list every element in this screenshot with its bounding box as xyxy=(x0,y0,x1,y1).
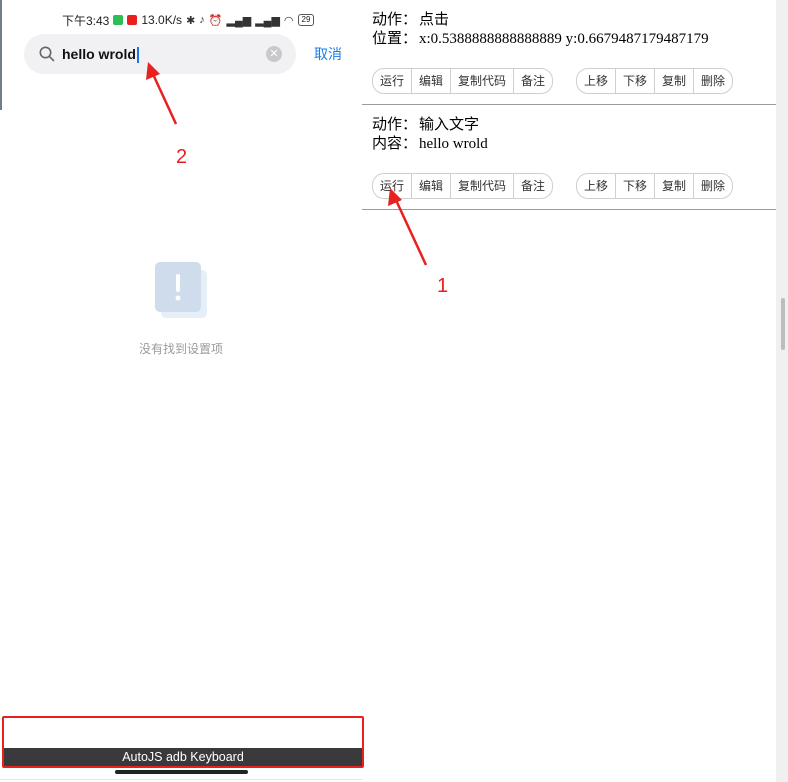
arrow-to-run-button xyxy=(388,188,428,266)
annotation-label-1: 1 xyxy=(437,275,449,297)
annotation-arrows xyxy=(146,62,428,266)
annotation-label-2: 2 xyxy=(176,146,188,168)
arrow-to-search-cursor xyxy=(146,62,178,125)
